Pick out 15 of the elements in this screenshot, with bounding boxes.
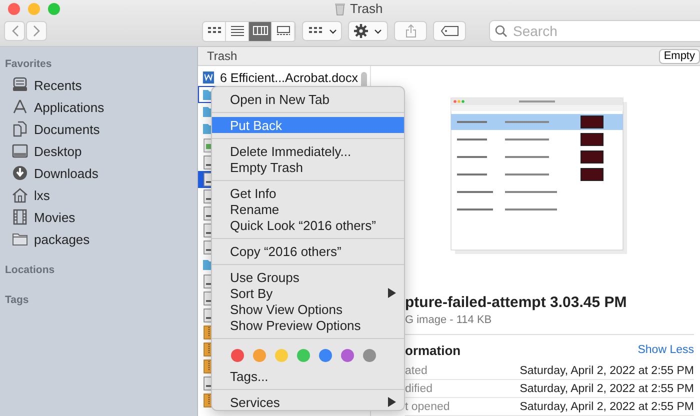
path-title: Trash	[207, 49, 238, 63]
detail-value: Saturday, April 2, 2022 at 2:55 PM	[520, 400, 694, 412]
window-title: Trash	[350, 1, 383, 16]
detail-value: Saturday, April 2, 2022 at 2:55 PM	[520, 364, 694, 376]
detail-label: dified	[405, 382, 432, 394]
sidebar-section-title: Favorites	[4, 57, 53, 72]
sidebar-section-title: Tags	[4, 293, 30, 308]
sidebar-section-title: Locations	[4, 263, 56, 278]
detail-label: ated	[405, 364, 428, 376]
section-title: ormation	[405, 342, 461, 358]
file-name: 6 Efficient...Acrobat.docx	[220, 70, 358, 84]
detail-label: t opened	[405, 400, 450, 412]
detail-value: Saturday, April 2, 2022 at 2:55 PM	[520, 382, 694, 394]
file-name: pture-failed-attempt 3.03.45 PM	[405, 294, 628, 313]
file-info: G image - 114 KB	[405, 314, 694, 335]
